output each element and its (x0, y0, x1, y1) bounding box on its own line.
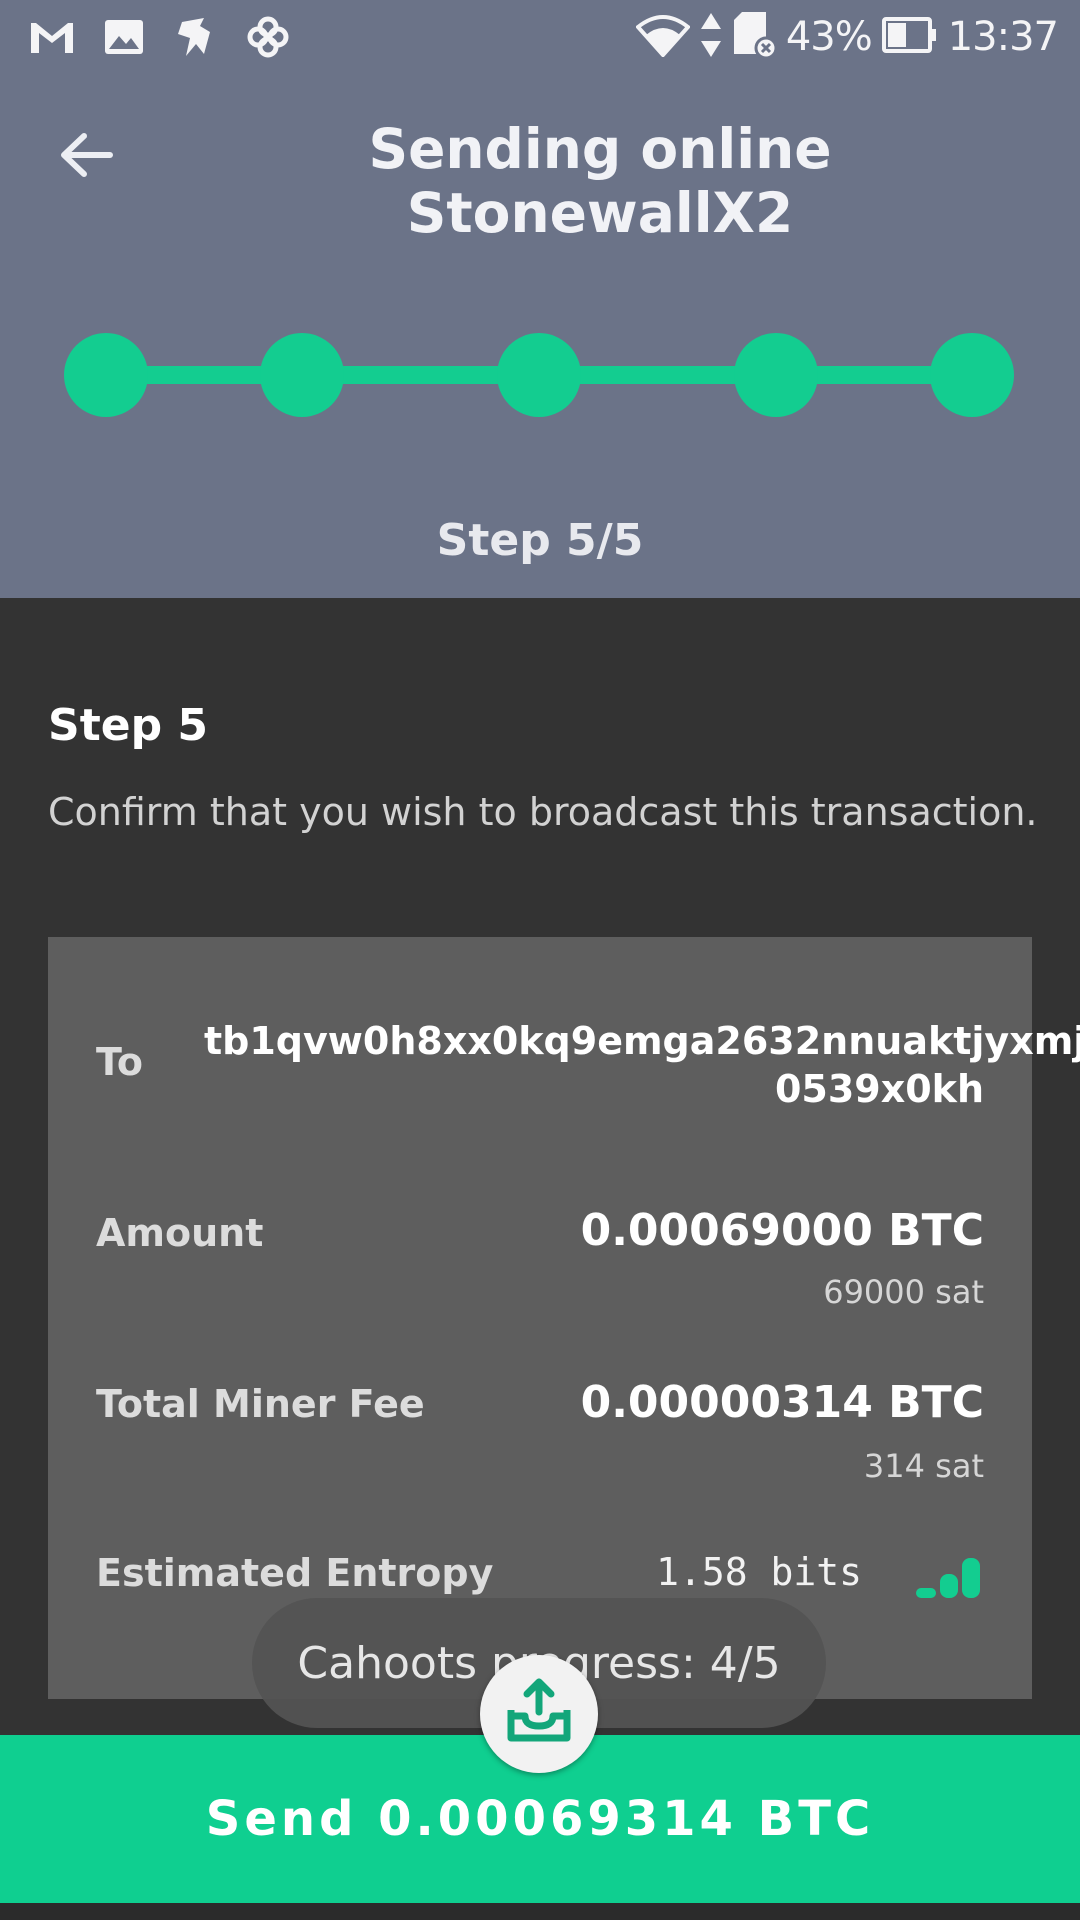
step-progress (64, 333, 1014, 417)
samourai-icon (170, 14, 222, 60)
navigation-bar (0, 1903, 1080, 1920)
to-label: To (96, 1040, 143, 1084)
arrow-back-icon (61, 133, 113, 177)
gallery-icon (98, 14, 150, 60)
to-address-line-1: tb1qvw0h8xx0kq9emga2632nnuaktjyxmj (204, 1019, 1080, 1063)
fee-label: Total Miner Fee (96, 1382, 425, 1426)
step-dot-5 (930, 333, 1014, 417)
step-dot-4 (734, 333, 818, 417)
clock: 13:37 (947, 14, 1059, 60)
to-address[interactable]: tb1qvw0h8xx0kq9emga2632nnuaktjyxmj 0539x… (204, 1017, 1080, 1113)
transaction-details-card: To tb1qvw0h8xx0kq9emga2632nnuaktjyxmj 05… (48, 937, 1080, 1699)
back-button[interactable] (50, 125, 122, 185)
data-arrows-icon (700, 11, 722, 63)
step-dot-2 (260, 333, 344, 417)
entropy-label: Estimated Entropy (96, 1551, 494, 1595)
pinwheel-icon (242, 14, 294, 60)
battery-icon (881, 15, 938, 59)
sd-card-icon (732, 10, 778, 64)
gmail-icon (26, 14, 78, 60)
amount-btc: 0.00069000 BTC (580, 1205, 984, 1256)
to-address-line-2: 0539x0kh (774, 1067, 984, 1111)
fee-sat: 314 sat (863, 1447, 984, 1485)
section-description: Confirm that you wish to broadcast this … (48, 790, 1038, 834)
section-title: Step 5 (48, 700, 208, 751)
step-counter: Step 5/5 (436, 515, 644, 566)
step-dot-1 (64, 333, 148, 417)
upload-tray-icon (507, 1678, 571, 1742)
wifi-icon (634, 13, 691, 61)
amount-label: Amount (96, 1211, 264, 1255)
page-title: Sending online StonewallX2 (368, 117, 832, 245)
step-dot-3 (497, 333, 581, 417)
signal-bars-icon (916, 1558, 980, 1598)
status-bar: 43% 13:37 (0, 0, 1080, 75)
amount-sat: 69000 sat (823, 1273, 984, 1311)
header: Sending online StonewallX2 Step 5/5 (0, 75, 1080, 598)
battery-percent: 43% (785, 14, 873, 60)
send-button-label: Send 0.00069314 BTC (205, 1791, 875, 1847)
fee-btc: 0.00000314 BTC (580, 1377, 984, 1428)
entropy-value: 1.58 bits (656, 1550, 862, 1594)
broadcast-fab[interactable] (480, 1655, 598, 1773)
